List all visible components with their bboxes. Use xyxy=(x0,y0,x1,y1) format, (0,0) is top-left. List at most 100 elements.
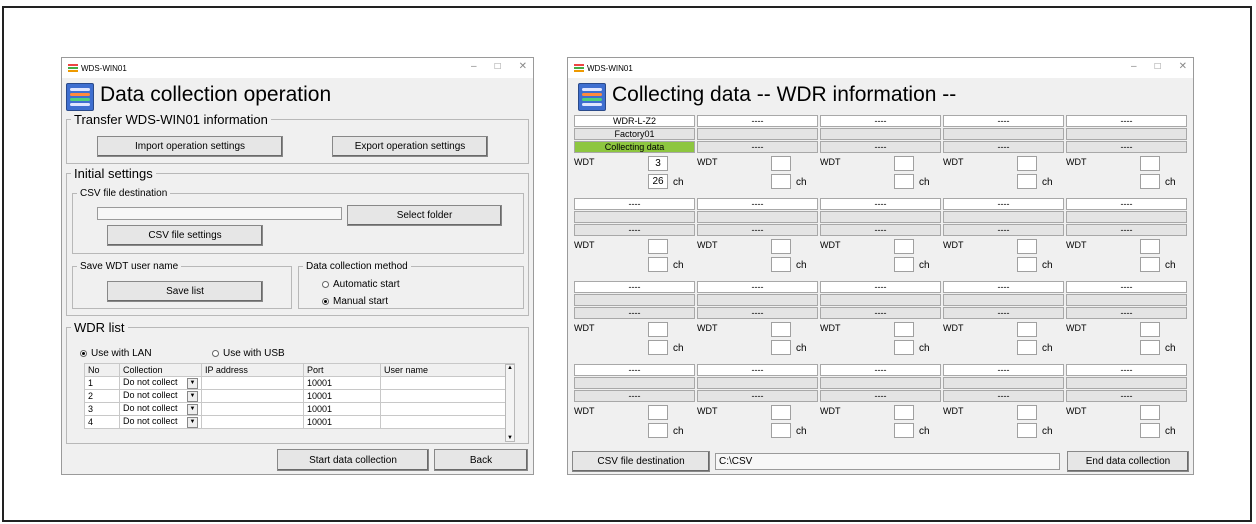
wdr-cell[interactable]: ---- ---- WDT ch xyxy=(1066,115,1187,196)
channel-box[interactable] xyxy=(771,423,791,438)
wdr-cell[interactable]: WDR-L-Z2 Factory01 Collecting data WDT 3 26 ch xyxy=(574,115,695,196)
channel-box[interactable] xyxy=(894,423,914,438)
chevron-down-icon[interactable]: ▼ xyxy=(187,404,198,415)
channel-box[interactable] xyxy=(1140,340,1160,355)
table-row[interactable]: 1 Do not collect ▼ 10001 xyxy=(84,376,515,390)
channel-box[interactable] xyxy=(1017,423,1037,438)
chevron-down-icon[interactable]: ▼ xyxy=(187,391,198,402)
csv-destination-button[interactable]: CSV file destination xyxy=(572,451,710,472)
wdt-number-box[interactable] xyxy=(894,405,914,420)
table-scrollbar[interactable]: ▲ ▼ xyxy=(505,364,515,442)
wdr-cell[interactable]: ---- ---- WDT ch xyxy=(574,364,695,445)
channel-box[interactable] xyxy=(1140,257,1160,272)
wdr-cell[interactable]: ---- ---- WDT ch xyxy=(1066,281,1187,362)
csv-settings-button[interactable]: CSV file settings xyxy=(107,225,263,246)
wdr-cell[interactable]: ---- ---- WDT ch xyxy=(1066,364,1187,445)
channel-box[interactable] xyxy=(894,174,914,189)
wdt-number-box[interactable] xyxy=(1017,239,1037,254)
table-row[interactable]: 4 Do not collect ▼ 10001 xyxy=(84,415,515,429)
minimize-icon[interactable]: – xyxy=(471,61,477,72)
port-cell[interactable]: 10001 xyxy=(303,402,381,416)
wdt-number-box[interactable] xyxy=(894,239,914,254)
use-usb-radio[interactable]: Use with USB xyxy=(212,348,285,359)
port-cell[interactable]: 10001 xyxy=(303,415,381,429)
channel-box[interactable] xyxy=(894,340,914,355)
collection-select[interactable]: Do not collect ▼ xyxy=(119,389,202,403)
wdt-number-box[interactable] xyxy=(648,322,668,337)
manual-start-radio[interactable]: Manual start xyxy=(322,296,388,307)
csv-path-field[interactable] xyxy=(97,207,342,220)
wdr-cell[interactable]: ---- ---- WDT ch xyxy=(697,115,818,196)
channel-box[interactable] xyxy=(648,257,668,272)
collection-select[interactable]: Do not collect ▼ xyxy=(119,415,202,429)
collection-select[interactable]: Do not collect ▼ xyxy=(119,402,202,416)
wdt-number-box[interactable] xyxy=(1140,405,1160,420)
wdt-number-box[interactable] xyxy=(894,322,914,337)
wdr-cell[interactable]: ---- ---- WDT ch xyxy=(820,281,941,362)
wdr-cell[interactable]: ---- ---- WDT ch xyxy=(820,364,941,445)
collection-select[interactable]: Do not collect ▼ xyxy=(119,376,202,390)
wdr-cell[interactable]: ---- ---- WDT ch xyxy=(1066,198,1187,279)
back-button[interactable]: Back xyxy=(434,449,528,471)
wdt-number-box[interactable]: 3 xyxy=(648,156,668,171)
chevron-down-icon[interactable]: ▼ xyxy=(187,378,198,389)
channel-box[interactable] xyxy=(1140,174,1160,189)
wdt-number-box[interactable] xyxy=(771,322,791,337)
select-folder-button[interactable]: Select folder xyxy=(347,205,502,226)
ip-cell[interactable] xyxy=(201,415,304,429)
import-settings-button[interactable]: Import operation settings xyxy=(97,136,283,157)
wdt-number-box[interactable] xyxy=(1140,156,1160,171)
channel-box[interactable] xyxy=(648,340,668,355)
wdr-cell[interactable]: ---- ---- WDT ch xyxy=(820,115,941,196)
channel-box[interactable] xyxy=(1017,174,1037,189)
wdt-number-box[interactable] xyxy=(894,156,914,171)
ip-cell[interactable] xyxy=(201,376,304,390)
wdt-number-box[interactable] xyxy=(771,405,791,420)
user-cell[interactable] xyxy=(380,402,515,416)
user-cell[interactable] xyxy=(380,376,515,390)
wdt-number-box[interactable] xyxy=(1017,405,1037,420)
port-cell[interactable]: 10001 xyxy=(303,389,381,403)
wdr-cell[interactable]: ---- ---- WDT ch xyxy=(943,281,1064,362)
export-settings-button[interactable]: Export operation settings xyxy=(332,136,488,157)
wdr-cell[interactable]: ---- ---- WDT ch xyxy=(697,364,818,445)
table-row[interactable]: 3 Do not collect ▼ 10001 xyxy=(84,402,515,416)
chevron-down-icon[interactable]: ▼ xyxy=(187,417,198,428)
wdt-number-box[interactable] xyxy=(648,405,668,420)
user-cell[interactable] xyxy=(380,415,515,429)
scroll-down-icon[interactable]: ▼ xyxy=(506,435,514,441)
wdr-cell[interactable]: ---- ---- WDT ch xyxy=(943,364,1064,445)
channel-box[interactable] xyxy=(771,257,791,272)
wdt-number-box[interactable] xyxy=(771,239,791,254)
wdr-cell[interactable]: ---- ---- WDT ch xyxy=(574,281,695,362)
ip-cell[interactable] xyxy=(201,402,304,416)
wdt-number-box[interactable] xyxy=(771,156,791,171)
channel-box[interactable] xyxy=(1017,340,1037,355)
channel-box[interactable]: 26 xyxy=(648,174,668,189)
ip-cell[interactable] xyxy=(201,389,304,403)
channel-box[interactable] xyxy=(648,423,668,438)
wdt-number-box[interactable] xyxy=(1017,156,1037,171)
end-collection-button[interactable]: End data collection xyxy=(1067,451,1189,472)
wdr-cell[interactable]: ---- ---- WDT ch xyxy=(697,281,818,362)
automatic-start-radio[interactable]: Automatic start xyxy=(322,279,400,290)
wdt-number-box[interactable] xyxy=(648,239,668,254)
channel-box[interactable] xyxy=(894,257,914,272)
channel-box[interactable] xyxy=(1017,257,1037,272)
maximize-icon[interactable]: □ xyxy=(495,61,501,72)
wdt-number-box[interactable] xyxy=(1017,322,1037,337)
wdr-cell[interactable]: ---- ---- WDT ch xyxy=(943,115,1064,196)
start-collection-button[interactable]: Start data collection xyxy=(277,449,429,471)
wdr-cell[interactable]: ---- ---- WDT ch xyxy=(574,198,695,279)
user-cell[interactable] xyxy=(380,389,515,403)
use-lan-radio[interactable]: Use with LAN xyxy=(80,348,152,359)
wdr-cell[interactable]: ---- ---- WDT ch xyxy=(943,198,1064,279)
channel-box[interactable] xyxy=(771,174,791,189)
wdr-cell[interactable]: ---- ---- WDT ch xyxy=(820,198,941,279)
wdt-number-box[interactable] xyxy=(1140,239,1160,254)
wdr-cell[interactable]: ---- ---- WDT ch xyxy=(697,198,818,279)
close-icon[interactable]: ✕ xyxy=(519,61,527,72)
wdt-number-box[interactable] xyxy=(1140,322,1160,337)
save-list-button[interactable]: Save list xyxy=(107,281,263,302)
port-cell[interactable]: 10001 xyxy=(303,376,381,390)
